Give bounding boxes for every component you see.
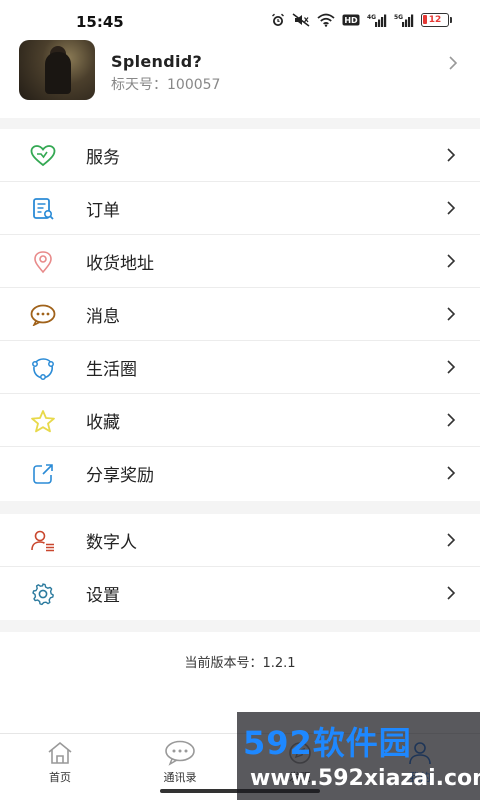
tab-home[interactable]: 首页 [0,740,120,785]
menu-label: 服务 [86,147,120,168]
mute-icon [292,13,310,27]
menu-label: 收藏 [86,412,120,433]
wifi-icon [317,13,335,27]
menu-item-settings[interactable]: 设置 [0,567,480,620]
menu-label: 分享奖励 [86,466,154,486]
chevron-right-icon [447,148,456,162]
tab-contacts[interactable]: 通讯录 [120,740,240,785]
menu-item-life-circle[interactable]: 生活圈 [0,341,480,394]
status-bar: 15:45 HD 4G 5G 12 [0,0,480,40]
watermark-brand: 592软件园 [243,724,412,762]
svg-text:5G: 5G [394,14,403,21]
menu-label: 数字人 [86,532,137,553]
order-icon [29,196,57,222]
profile-id: 标天号：100057 [111,77,221,93]
chevron-right-icon [447,466,456,480]
menu-label: 收货地址 [86,253,154,274]
menu-item-address[interactable]: 收货地址 [0,235,480,288]
avatar[interactable] [19,40,95,100]
chat-bubble-icon [29,302,57,328]
hd-icon: HD [342,14,360,26]
battery-icon: 12 [421,13,452,27]
menu-label: 生活圈 [86,359,137,380]
chevron-right-icon[interactable] [448,56,458,70]
menu-label: 设置 [86,586,120,606]
menu-label: 消息 [86,306,120,327]
5g-signal-icon: 5G [394,14,414,27]
menu-section-secondary: 数字人 设置 [0,514,480,620]
menu-item-service[interactable]: 服务 [0,129,480,182]
menu-item-digital-person[interactable]: 数字人 [0,514,480,567]
battery-level: 12 [428,15,442,25]
menu-item-share-rewards[interactable]: 分享奖励 [0,447,480,500]
profile-name: Splendid? [111,52,203,71]
chevron-right-icon [447,360,456,374]
menu-item-favorites[interactable]: 收藏 [0,394,480,447]
star-icon [29,408,57,434]
digital-person-icon [29,528,57,554]
watermark: 592软件园 www.592xiazai.com [237,712,480,800]
chevron-right-icon [447,201,456,215]
chevron-right-icon [447,307,456,321]
home-icon [48,741,72,764]
tab-label: 首页 [49,771,71,784]
menu-label: 订单 [86,200,120,221]
watermark-url: www.592xiazai.com [250,766,480,791]
menu-item-orders[interactable]: 订单 [0,182,480,235]
life-circle-icon [29,355,57,381]
alarm-icon [272,13,284,26]
menu-item-messages[interactable]: 消息 [0,288,480,341]
chevron-right-icon [447,254,456,268]
location-pin-icon [29,249,57,275]
status-icons: HD 4G 5G 12 [271,13,452,27]
version-text: 当前版本号：1.2.1 [184,656,296,671]
heart-icon [29,143,57,169]
profile-header[interactable]: Splendid? 标天号：100057 [0,40,480,118]
menu-section-main: 服务 订单 收货地址 消息 生活圈 收藏 分享奖励 [0,129,480,501]
chevron-right-icon [447,413,456,427]
svg-text:4G: 4G [367,14,376,21]
signal-icon: 4G [367,14,387,27]
chevron-right-icon [447,586,456,600]
svg-text:HD: HD [344,16,358,25]
contacts-icon [165,740,195,766]
share-icon [29,461,57,487]
tab-label: 通讯录 [163,771,197,784]
status-time: 15:45 [76,13,124,31]
gear-icon [29,581,57,607]
chevron-right-icon [447,533,456,547]
